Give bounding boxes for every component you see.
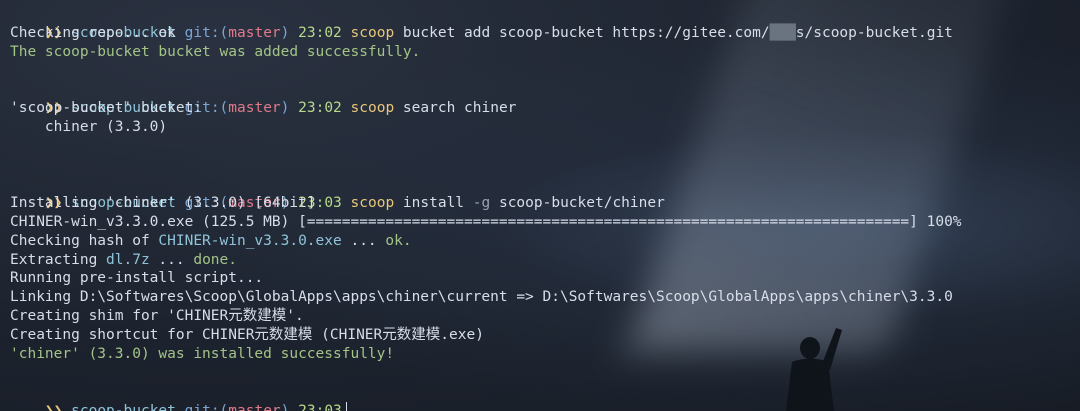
- active-prompt-line[interactable]: ❯❯ scoop-bucket git:(master) 23:03: [10, 383, 1070, 411]
- status-ok: ok.: [385, 232, 412, 249]
- prompt-line: ❯❯ scoop-bucket git:(master) 23:02 scoop…: [10, 81, 1070, 116]
- redacted-text: ███: [769, 24, 796, 41]
- output-text: Checking hash of: [10, 232, 159, 249]
- output-line: Linking D:\Softwares\Scoop\GlobalApps\ap…: [10, 289, 953, 306]
- prompt-arrow: ❯❯: [44, 402, 63, 411]
- status-done: done.: [193, 251, 237, 268]
- command-args: install: [394, 194, 473, 211]
- prompt-git-suffix: ): [280, 24, 290, 41]
- command-flag: -g: [472, 194, 491, 211]
- output-line: Extracting dl.7z ... done.: [10, 251, 1070, 270]
- highlight-filename: dl.7z: [106, 251, 150, 268]
- command-name: scoop: [350, 100, 395, 117]
- command-args-tail: scoop-bucket/chiner: [490, 194, 665, 211]
- output-line: Running pre-install script...: [10, 270, 264, 287]
- output-line: 'scoop-bucket' bucket:: [10, 100, 203, 117]
- text-cursor[interactable]: [345, 401, 348, 411]
- prompt-time: 23:03: [298, 402, 342, 411]
- command-name: scoop: [350, 24, 395, 41]
- output-text: ...: [341, 232, 386, 249]
- output-line: Creating shortcut for CHINER元数建模 (CHINER…: [10, 327, 484, 344]
- highlight-filename: CHINER-win_v3.3.0.exe: [158, 232, 342, 249]
- output-success-line: The scoop-bucket bucket was added succes…: [10, 43, 421, 60]
- prompt-branch: master: [228, 402, 281, 411]
- output-text: Extracting: [10, 251, 107, 268]
- output-line: Creating shim for 'CHINER元数建模'.: [10, 308, 304, 325]
- prompt-branch: master: [228, 100, 281, 117]
- prompt-time: 23:02: [298, 100, 342, 117]
- prompt-line: ❯❯ scoop-bucket git:(master) 23:02 scoop…: [10, 5, 1070, 41]
- output-line: Checking hash of CHINER-win_v3.3.0.exe .…: [10, 232, 1070, 251]
- prompt-line: ❯❯ scoop-bucket git:(master) 23:03 scoop…: [10, 175, 1070, 211]
- prompt-git-suffix: ): [280, 402, 290, 411]
- prompt-git-prefix: git:(: [184, 402, 229, 411]
- output-line: chiner (3.3.0): [10, 119, 168, 136]
- download-progress-line: CHINER-win_v3.3.0.exe (125.5 MB) [======…: [10, 213, 962, 230]
- command-args: bucket add scoop-bucket https://gitee.co…: [394, 24, 770, 41]
- command-name: scoop: [350, 194, 395, 211]
- command-args-tail: s/scoop-bucket.git: [795, 24, 953, 41]
- prompt-time: 23:02: [298, 24, 342, 41]
- prompt-git-suffix: ): [280, 100, 290, 117]
- output-text: ...: [149, 251, 194, 268]
- prompt-git-prefix: git:(: [184, 24, 229, 41]
- prompt-directory: scoop-bucket: [71, 402, 176, 411]
- command-args: search chiner: [394, 100, 517, 117]
- prompt-branch: master: [228, 24, 281, 41]
- output-success-line: 'chiner' (3.3.0) was installed successfu…: [10, 346, 395, 363]
- terminal-output[interactable]: ❯❯ scoop-bucket git:(master) 23:02 scoop…: [10, 5, 1070, 411]
